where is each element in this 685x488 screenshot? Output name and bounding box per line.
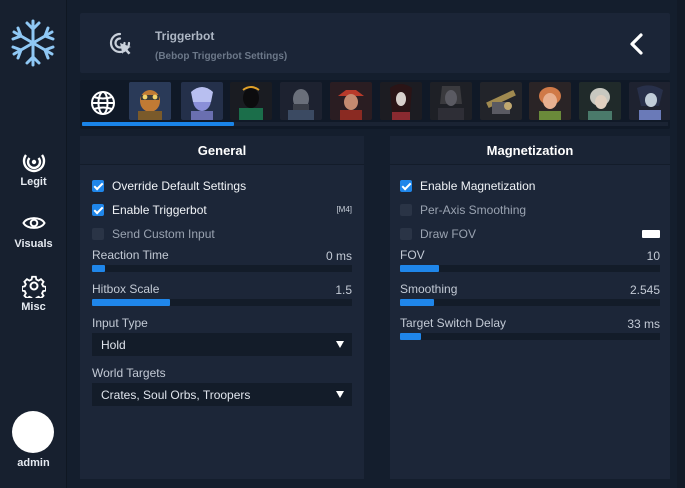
enable-triggerbot-checkbox[interactable]	[92, 204, 104, 216]
send-custom-input-row: Send Custom Input	[92, 226, 352, 244]
hitbox-scale-slider: Hitbox Scale 1.5	[92, 282, 352, 308]
enable-magnetization-checkbox[interactable]	[400, 180, 412, 192]
override-default-row: Override Default Settings	[92, 178, 352, 196]
input-type-value: Hold	[101, 338, 126, 352]
snowflake-icon	[11, 19, 55, 67]
hero-portrait-lady-geist[interactable]	[330, 82, 372, 120]
panel-title: Magnetization	[390, 136, 670, 165]
input-type-label: Input Type	[92, 316, 148, 330]
window-edge	[677, 0, 685, 488]
smoothing-label: Smoothing	[400, 282, 458, 296]
user-name: admin	[17, 457, 50, 469]
override-default-label[interactable]: Override Default Settings	[112, 179, 246, 193]
hero-portrait-ivy[interactable]	[529, 82, 571, 120]
crosshair-cursor-icon	[109, 32, 131, 55]
hitbox-scale-value: 1.5	[335, 283, 352, 297]
hero-scrollbar-thumb[interactable]	[82, 122, 235, 126]
input-type-field: Input Type Hold	[92, 316, 352, 358]
app-window: Legit Visuals Misc admin Triggerbot (Beb…	[0, 0, 685, 488]
override-default-checkbox[interactable]	[92, 180, 104, 192]
target-switch-delay-slider: Target Switch Delay 33 ms	[400, 316, 660, 342]
enable-magnetization-label[interactable]: Enable Magnetization	[420, 179, 535, 193]
sidebar: Legit Visuals Misc admin	[0, 0, 67, 488]
fov-value: 10	[646, 249, 660, 263]
hero-selector	[80, 80, 670, 129]
fov-label: FOV	[400, 248, 425, 262]
input-type-dropdown[interactable]: Hold	[92, 333, 352, 356]
target-switch-delay-value: 33 ms	[627, 317, 660, 331]
smoothing-track[interactable]	[400, 299, 660, 306]
hitbox-scale-label: Hitbox Scale	[92, 282, 160, 296]
hero-scrollbar[interactable]	[82, 122, 668, 126]
world-targets-field: World Targets Crates, Soul Orbs, Trooper…	[92, 366, 352, 408]
send-custom-input-checkbox[interactable]	[92, 228, 104, 240]
hero-portrait-bebop[interactable]	[129, 82, 171, 120]
draw-fov-checkbox[interactable]	[400, 228, 412, 240]
dropdown-arrow-icon	[336, 391, 344, 398]
page-header: Triggerbot (Bebop Triggerbot Settings)	[80, 13, 670, 73]
per-axis-smoothing-checkbox[interactable]	[400, 204, 412, 216]
send-custom-input-label[interactable]: Send Custom Input	[112, 227, 215, 241]
target-switch-delay-fill	[400, 333, 421, 340]
hero-portrait-paradox[interactable]	[579, 82, 621, 120]
page-title: Triggerbot	[155, 29, 215, 43]
target-switch-delay-track[interactable]	[400, 333, 660, 340]
sidebar-item-misc[interactable]: Misc	[0, 274, 67, 313]
dropdown-arrow-icon	[336, 341, 344, 348]
hero-portrait-dynamo[interactable]	[181, 82, 223, 120]
per-axis-smoothing-row: Per-Axis Smoothing	[400, 202, 660, 220]
sidebar-item-label: Visuals	[14, 238, 53, 250]
enable-triggerbot-row: Enable Triggerbot [M4]	[92, 202, 352, 220]
target-rings-icon	[22, 154, 45, 173]
hero-portrait-haze[interactable]	[380, 82, 422, 120]
draw-fov-row: Draw FOV	[400, 226, 660, 244]
sidebar-item-legit[interactable]: Legit	[0, 149, 67, 188]
gear-icon	[21, 275, 46, 298]
hitbox-scale-track[interactable]	[92, 299, 352, 306]
fov-color-swatch[interactable]	[642, 230, 660, 238]
world-targets-value: Crates, Soul Orbs, Troopers	[101, 388, 251, 402]
world-targets-dropdown[interactable]: Crates, Soul Orbs, Troopers	[92, 383, 352, 406]
magnetization-panel: Magnetization Enable Magnetization Per-A…	[390, 136, 670, 479]
reaction-time-slider: Reaction Time 0 ms	[92, 248, 352, 274]
fov-slider: FOV 10	[400, 248, 660, 274]
fov-track[interactable]	[400, 265, 660, 272]
enable-magnetization-row: Enable Magnetization	[400, 178, 660, 196]
hero-portrait-abrams[interactable]	[280, 82, 322, 120]
general-panel: General Override Default Settings Enable…	[80, 136, 364, 479]
reaction-time-fill	[92, 265, 105, 272]
world-targets-label: World Targets	[92, 366, 166, 380]
triggerbot-keybind[interactable]: [M4]	[336, 205, 352, 214]
enable-triggerbot-label[interactable]: Enable Triggerbot	[112, 203, 207, 217]
reaction-time-track[interactable]	[92, 265, 352, 272]
globe-icon[interactable]	[83, 82, 125, 120]
sidebar-item-label: Misc	[21, 301, 46, 313]
draw-fov-label[interactable]: Draw FOV	[420, 227, 476, 241]
hitbox-scale-fill	[92, 299, 170, 306]
sidebar-item-label: Legit	[20, 176, 47, 188]
eye-icon	[21, 217, 46, 229]
reaction-time-label: Reaction Time	[92, 248, 169, 262]
smoothing-value: 2.545	[629, 283, 660, 297]
panel-title: General	[80, 136, 364, 165]
fov-fill	[400, 265, 439, 272]
chevron-left-icon[interactable]	[625, 31, 649, 57]
sidebar-item-visuals[interactable]: Visuals	[0, 211, 67, 250]
smoothing-fill	[400, 299, 434, 306]
hero-portrait-kelvin[interactable]	[430, 82, 472, 120]
hero-portrait-infernus[interactable]	[230, 82, 272, 120]
hero-portrait-mcginnis[interactable]	[480, 82, 522, 120]
reaction-time-value: 0 ms	[325, 249, 352, 263]
target-switch-delay-label: Target Switch Delay	[400, 316, 507, 330]
page-subtitle: (Bebop Triggerbot Settings)	[155, 51, 288, 62]
avatar[interactable]	[12, 411, 54, 453]
smoothing-slider: Smoothing 2.545	[400, 282, 660, 308]
hero-portrait-yamato[interactable]	[629, 82, 670, 120]
per-axis-smoothing-label[interactable]: Per-Axis Smoothing	[420, 203, 526, 217]
